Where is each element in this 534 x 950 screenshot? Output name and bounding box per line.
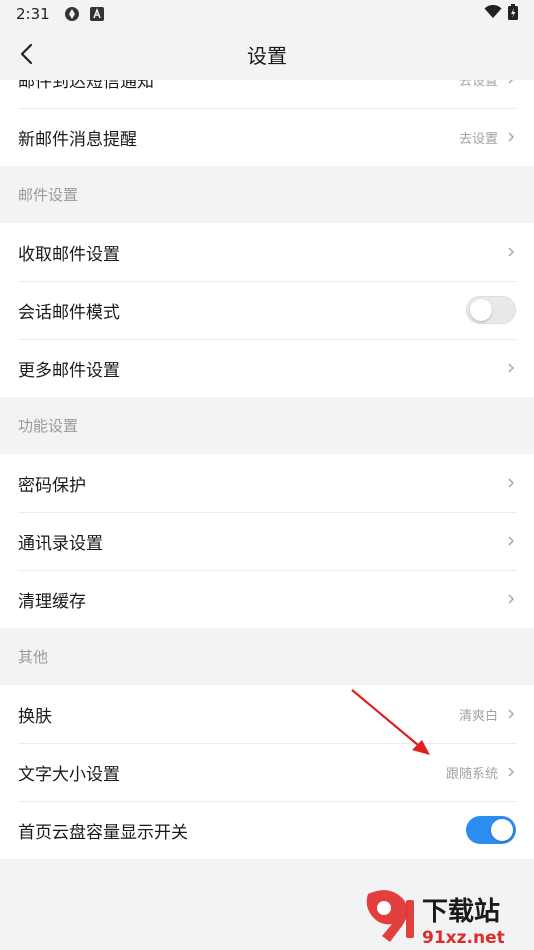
chevron-right-icon [506, 476, 516, 490]
settings-list[interactable]: 邮件到达短信通知 去设置 新邮件消息提醒 去设置 邮件设置 收取邮件设置 会话邮… [0, 80, 534, 950]
toggle-knob [470, 299, 492, 321]
row-value: 跟随系统 [445, 766, 498, 782]
row-label: 新邮件消息提醒 [18, 129, 137, 150]
row-value: 去设置 [458, 131, 498, 147]
row-value: 去设置 [458, 80, 498, 89]
chevron-right-icon [506, 765, 516, 779]
row-label: 文字大小设置 [18, 764, 120, 785]
row-label: 密码保护 [18, 475, 86, 496]
back-arrow-icon[interactable] [14, 40, 42, 68]
password-protection-row[interactable]: 密码保护 [0, 454, 534, 512]
nav-bar: 设置 [0, 28, 534, 80]
watermark-logo: 下载站 91xz.net [360, 886, 530, 948]
toggle-knob [491, 819, 513, 841]
chevron-right-icon [506, 80, 516, 86]
conversation-mode-toggle[interactable] [466, 296, 516, 324]
section-header-features: 功能设置 [0, 397, 534, 454]
row-label: 清理缓存 [18, 591, 86, 612]
row-label: 收取邮件设置 [18, 244, 120, 265]
sync-status-icon [64, 6, 80, 22]
new-mail-reminder-row[interactable]: 新邮件消息提醒 去设置 [0, 108, 534, 166]
receive-mail-settings-row[interactable]: 收取邮件设置 [0, 223, 534, 281]
a-status-icon [89, 7, 104, 21]
watermark-url: 91xz.net [422, 928, 505, 948]
row-value: 清爽白 [458, 708, 498, 724]
other-settings-group: 换肤 清爽白 文字大小设置 跟随系统 首页云盘容量显示开关 [0, 685, 534, 859]
chevron-right-icon [506, 707, 516, 721]
battery-icon [508, 4, 518, 24]
watermark-text: 下载站 [422, 897, 500, 927]
page-title: 设置 [247, 43, 287, 68]
chevron-right-icon [506, 592, 516, 606]
clear-cache-row[interactable]: 清理缓存 [0, 570, 534, 628]
cloud-capacity-row: 首页云盘容量显示开关 [0, 801, 534, 859]
feature-settings-group: 密码保护 通讯录设置 清理缓存 [0, 454, 534, 628]
status-right-icons [484, 4, 518, 24]
row-label: 会话邮件模式 [18, 302, 120, 323]
row-label: 邮件到达短信通知 [18, 80, 154, 92]
font-size-row[interactable]: 文字大小设置 跟随系统 [0, 743, 534, 801]
status-time: 2:31 [16, 5, 50, 23]
row-label: 通讯录设置 [18, 533, 103, 554]
section-header-mail: 邮件设置 [0, 166, 534, 223]
cloud-capacity-toggle[interactable] [466, 816, 516, 844]
wifi-icon [484, 4, 502, 23]
conversation-mode-row: 会话邮件模式 [0, 281, 534, 339]
chevron-right-icon [506, 534, 516, 548]
row-label: 更多邮件设置 [18, 360, 120, 381]
section-header-other: 其他 [0, 628, 534, 685]
more-mail-settings-row[interactable]: 更多邮件设置 [0, 339, 534, 397]
row-label: 换肤 [18, 706, 52, 727]
status-bar: 2:31 [0, 0, 534, 28]
chevron-right-icon [506, 245, 516, 259]
row-label: 首页云盘容量显示开关 [18, 822, 188, 843]
mail-settings-group: 收取邮件设置 会话邮件模式 更多邮件设置 [0, 223, 534, 397]
theme-row[interactable]: 换肤 清爽白 [0, 685, 534, 743]
sms-notify-row[interactable]: 邮件到达短信通知 去设置 [0, 80, 534, 108]
chevron-right-icon [506, 361, 516, 375]
contacts-settings-row[interactable]: 通讯录设置 [0, 512, 534, 570]
chevron-right-icon [506, 130, 516, 144]
notification-group: 邮件到达短信通知 去设置 新邮件消息提醒 去设置 [0, 80, 534, 166]
